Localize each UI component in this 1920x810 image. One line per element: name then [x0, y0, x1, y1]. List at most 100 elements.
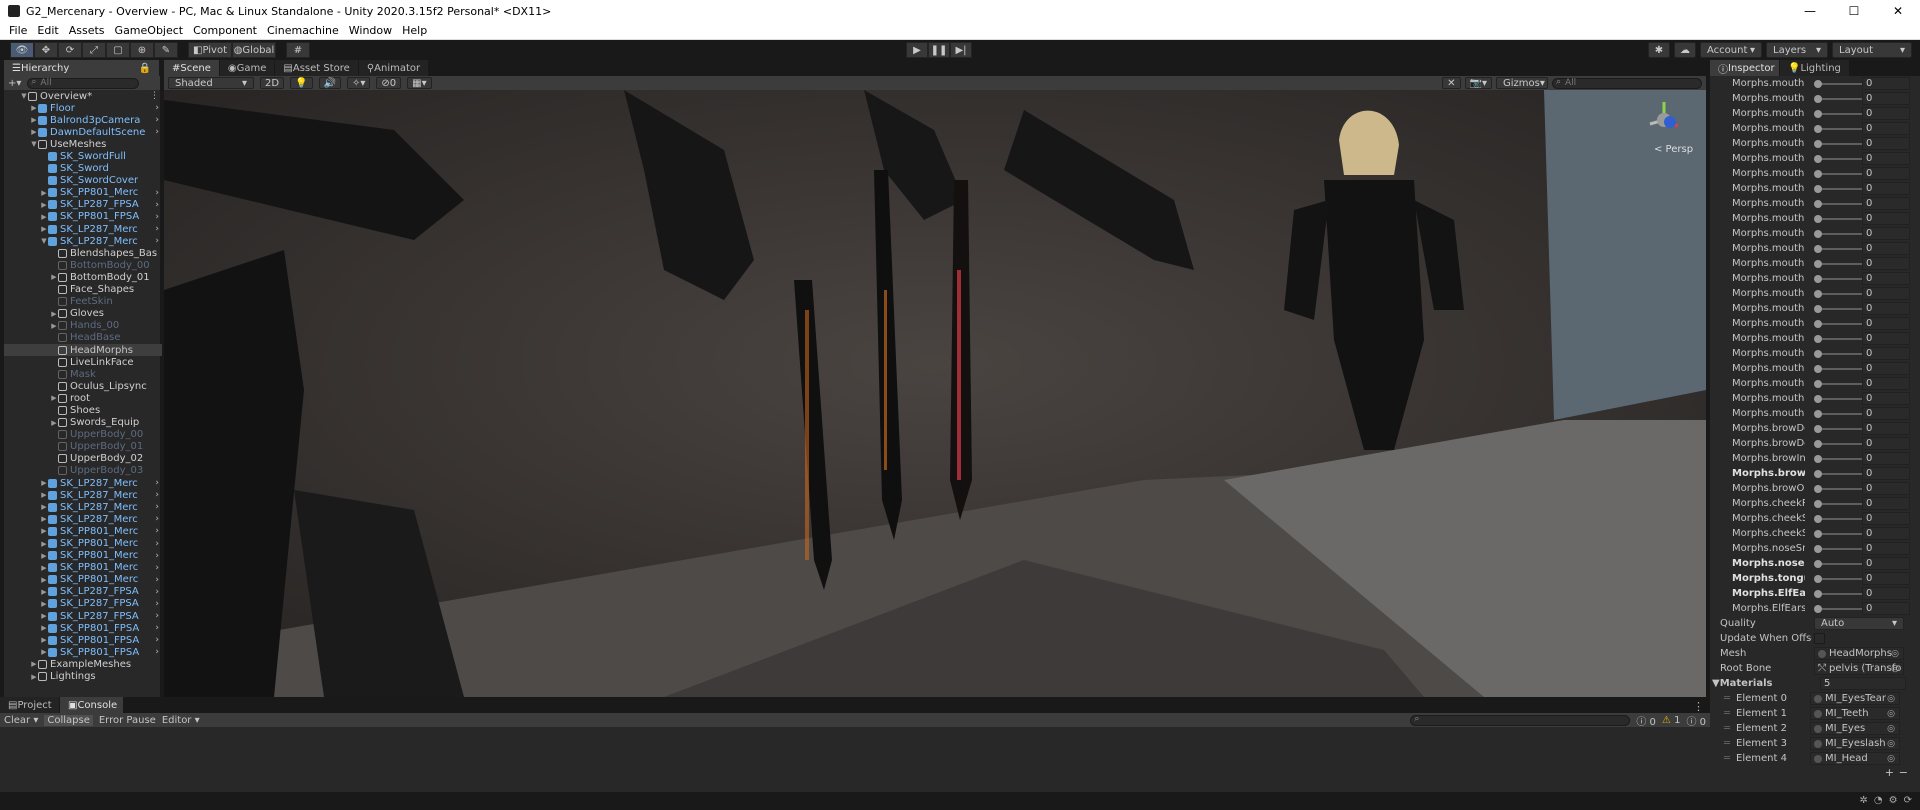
add-gameobject-button[interactable]: +▾: [8, 78, 21, 89]
blendshape-value[interactable]: 0: [1862, 257, 1910, 270]
grid-snap-icon[interactable]: #: [286, 42, 310, 58]
hierarchy-item[interactable]: SK_SwordCover: [4, 175, 162, 187]
blendshape-value[interactable]: 0: [1862, 422, 1910, 435]
tab-project[interactable]: ▤ Project: [0, 697, 60, 713]
hierarchy-item[interactable]: ▶ SK_LP287_Merc ›: [4, 501, 162, 513]
close-button[interactable]: ✕: [1876, 0, 1920, 22]
hierarchy-item[interactable]: Shoes: [4, 404, 162, 416]
hierarchy-item[interactable]: ▶ SK_LP287_Merc ›: [4, 513, 162, 525]
hierarchy-item[interactable]: ▶ Gloves: [4, 308, 162, 320]
blendshape-value[interactable]: 0: [1862, 122, 1910, 135]
object-picker-icon[interactable]: ◎: [1891, 649, 1899, 659]
error-count[interactable]: ⓘ 0: [1686, 713, 1706, 728]
collab-icon[interactable]: ✱: [1648, 42, 1670, 58]
slider-handle[interactable]: [1814, 350, 1822, 358]
rotate-tool-icon[interactable]: ⟳: [58, 42, 82, 58]
drag-handle-icon[interactable]: ═: [1724, 708, 1730, 719]
hierarchy-item[interactable]: ▶ SK_PP801_Merc ›: [4, 187, 162, 199]
foldout-arrow-icon[interactable]: ▶: [40, 648, 48, 656]
open-prefab-icon[interactable]: ›: [155, 587, 159, 597]
menu-cinemachine[interactable]: Cinemachine: [267, 24, 339, 37]
slider-handle[interactable]: [1814, 425, 1822, 433]
foldout-arrow-icon[interactable]: ▶: [50, 394, 58, 402]
effects-dropdown-icon[interactable]: ✧▾: [346, 77, 371, 89]
blendshape-value[interactable]: 0: [1862, 287, 1910, 300]
open-prefab-icon[interactable]: ›: [155, 551, 159, 561]
slider-handle[interactable]: [1814, 200, 1822, 208]
foldout-arrow-icon[interactable]: ▼: [40, 237, 48, 245]
open-prefab-icon[interactable]: ›: [155, 478, 159, 488]
blendshape-value[interactable]: 0: [1862, 242, 1910, 255]
scene-root-item[interactable]: ▼ Overview* ⋮: [4, 90, 162, 102]
hierarchy-item[interactable]: ▶ SK_PP801_Merc ›: [4, 550, 162, 562]
blendshape-value[interactable]: 0: [1862, 212, 1910, 225]
blendshape-value[interactable]: 0: [1862, 527, 1910, 540]
slider-handle[interactable]: [1814, 590, 1822, 598]
foldout-arrow-icon[interactable]: ▼: [30, 140, 38, 148]
slider-handle[interactable]: [1814, 575, 1822, 583]
slider-handle[interactable]: [1814, 140, 1822, 148]
object-picker-icon[interactable]: ◎: [1887, 694, 1895, 704]
slider-handle[interactable]: [1814, 125, 1822, 133]
cloud-icon[interactable]: ☁: [1674, 42, 1696, 58]
tab-animator[interactable]: ⚲ Animator: [358, 60, 430, 76]
material-field[interactable]: MI_Eyeslash ◎: [1810, 737, 1900, 750]
hierarchy-item[interactable]: SK_Sword: [4, 163, 162, 175]
drag-handle-icon[interactable]: ═: [1724, 753, 1730, 764]
hierarchy-item[interactable]: ▶ SK_PP801_Merc ›: [4, 574, 162, 586]
blendshape-value[interactable]: 0: [1862, 77, 1910, 90]
hierarchy-item[interactable]: ▶ SK_LP287_Merc ›: [4, 477, 162, 489]
shading-mode-dropdown[interactable]: Shaded ▾: [168, 77, 254, 89]
blendshape-value[interactable]: 0: [1862, 137, 1910, 150]
drag-handle-icon[interactable]: ═: [1724, 693, 1730, 704]
open-prefab-icon[interactable]: ›: [155, 514, 159, 524]
menu-help[interactable]: Help: [402, 24, 427, 37]
blendshape-value[interactable]: 0: [1862, 602, 1910, 615]
open-prefab-icon[interactable]: ›: [155, 103, 159, 113]
gizmos-dropdown[interactable]: Gizmos ▾: [1496, 77, 1548, 89]
foldout-arrow-icon[interactable]: ▶: [40, 636, 48, 644]
hierarchy-item[interactable]: HeadBase: [4, 332, 162, 344]
layers-dropdown[interactable]: Layers ▾: [1766, 42, 1828, 58]
open-prefab-icon[interactable]: ›: [155, 647, 159, 657]
hierarchy-item[interactable]: ▶ SK_LP287_FPSA ›: [4, 598, 162, 610]
open-prefab-icon[interactable]: ›: [155, 212, 159, 222]
foldout-arrow-icon[interactable]: ▶: [40, 600, 48, 608]
hierarchy-item[interactable]: ▶ Hands_00: [4, 320, 162, 332]
slider-handle[interactable]: [1814, 290, 1822, 298]
hierarchy-item[interactable]: ▶ SK_LP287_Merc ›: [4, 223, 162, 235]
menu-file[interactable]: File: [9, 24, 27, 37]
blendshape-value[interactable]: 0: [1862, 197, 1910, 210]
pivot-toggle[interactable]: ◧ Pivot: [188, 42, 232, 58]
hierarchy-item[interactable]: ▶ SK_PP801_Merc ›: [4, 537, 162, 549]
slider-handle[interactable]: [1814, 545, 1822, 553]
slider-handle[interactable]: [1814, 305, 1822, 313]
open-prefab-icon[interactable]: ›: [155, 575, 159, 585]
material-field[interactable]: MI_Head ◎: [1810, 752, 1900, 765]
hierarchy-item[interactable]: HeadMorphs: [4, 343, 162, 357]
hierarchy-item[interactable]: ▶ SK_LP287_FPSA ›: [4, 586, 162, 598]
blendshape-value[interactable]: 0: [1862, 332, 1910, 345]
blendshape-value[interactable]: 0: [1862, 512, 1910, 525]
hierarchy-item[interactable]: ▶ Swords_Equip: [4, 417, 162, 429]
foldout-arrow-icon[interactable]: ▶: [40, 515, 48, 523]
console-search-input[interactable]: [1410, 714, 1631, 726]
object-picker-icon[interactable]: ◎: [1891, 664, 1899, 674]
log-count[interactable]: ⓘ 0: [1636, 713, 1656, 728]
materials-count[interactable]: 5: [1820, 677, 1906, 690]
hierarchy-item[interactable]: ▶ SK_PP801_FPSA ›: [4, 211, 162, 223]
account-dropdown[interactable]: Account ▾: [1700, 42, 1762, 58]
slider-handle[interactable]: [1814, 470, 1822, 478]
hierarchy-item[interactable]: ▶ Lightings: [4, 671, 162, 683]
foldout-arrow-icon[interactable]: ▶: [40, 624, 48, 632]
object-picker-icon[interactable]: ◎: [1887, 754, 1895, 764]
slider-handle[interactable]: [1814, 380, 1822, 388]
slider-handle[interactable]: [1814, 605, 1822, 613]
tab-game[interactable]: ◉ Game: [219, 60, 276, 76]
object-picker-icon[interactable]: ◎: [1887, 739, 1895, 749]
open-prefab-icon[interactable]: ›: [155, 623, 159, 633]
foldout-arrow-icon[interactable]: ▶: [30, 116, 38, 124]
tab-lighting[interactable]: 💡 Lighting: [1780, 60, 1850, 76]
blendshape-value[interactable]: 0: [1862, 152, 1910, 165]
hierarchy-item[interactable]: ▶ SK_PP801_FPSA ›: [4, 646, 162, 658]
